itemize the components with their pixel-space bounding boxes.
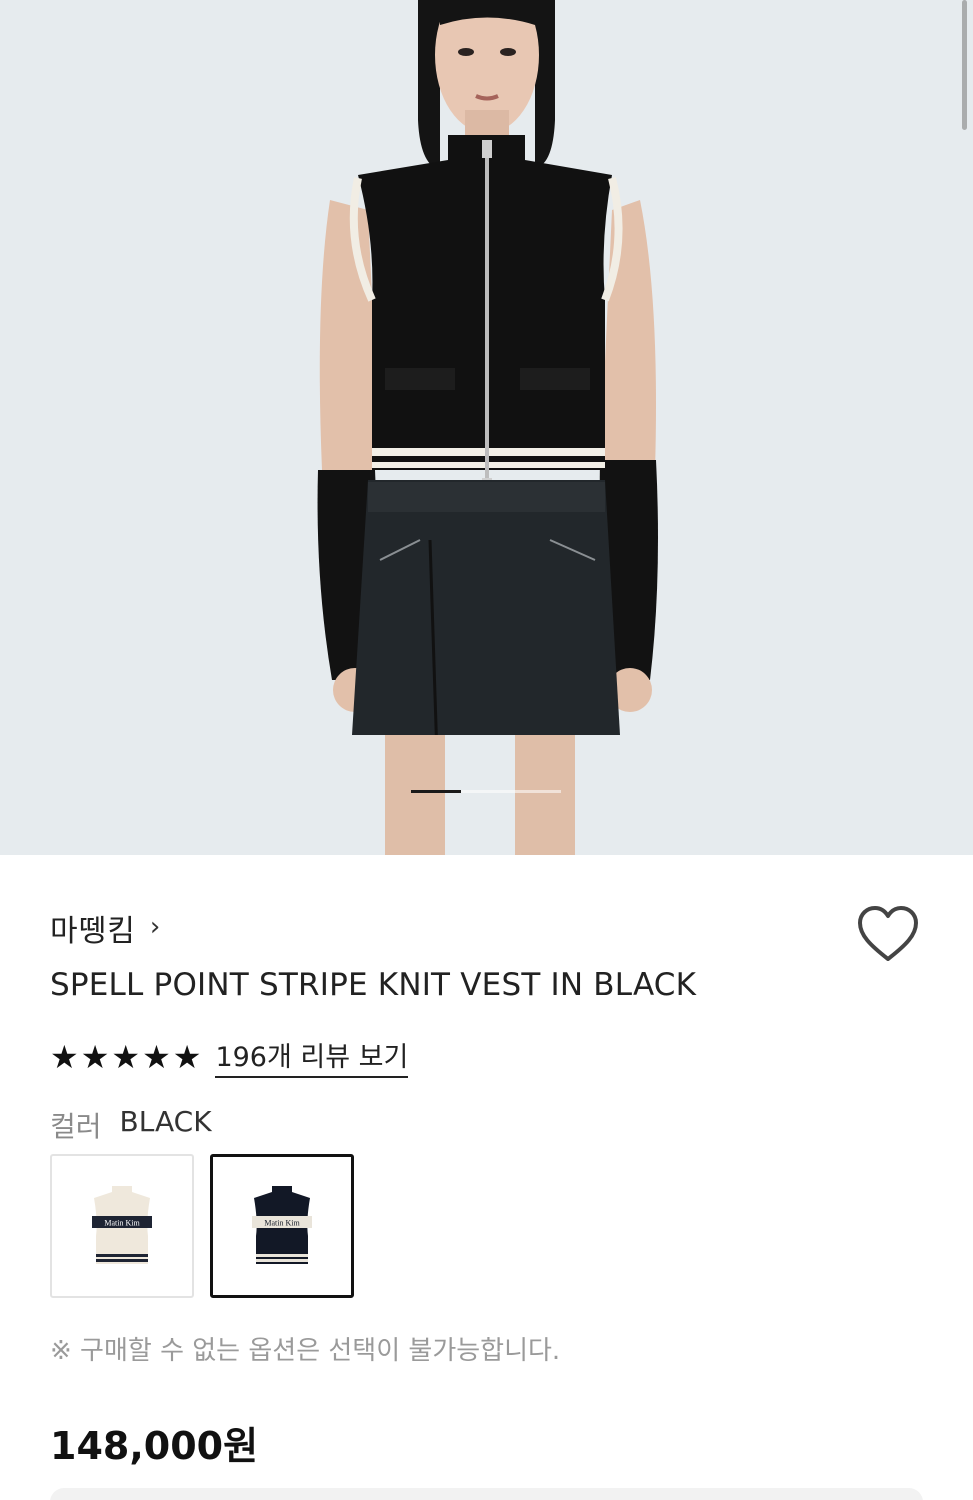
- swatch-ivory[interactable]: Matin Kim: [50, 1154, 194, 1298]
- star-icon: ★: [111, 1037, 141, 1076]
- color-value: BLACK: [119, 1105, 212, 1138]
- brand-name: 마뗑킴: [50, 914, 136, 949]
- gallery-pager[interactable]: [411, 790, 561, 794]
- model-photo: [0, 0, 973, 855]
- review-link[interactable]: 196개 리뷰 보기: [215, 1035, 409, 1078]
- heart-icon[interactable]: [856, 905, 920, 965]
- product-hero-image[interactable]: [0, 0, 973, 855]
- rating-stars: ★ ★ ★ ★ ★: [50, 1041, 201, 1073]
- bottom-panel: [50, 1488, 923, 1500]
- color-swatches: Matin Kim Matin Kim: [50, 1154, 354, 1298]
- pager-dot-3[interactable]: [511, 790, 561, 793]
- chevron-right-icon: ›: [149, 912, 161, 942]
- pager-dot-1[interactable]: [411, 790, 461, 793]
- rating-row: ★ ★ ★ ★ ★ 196개 리뷰 보기: [50, 1035, 409, 1078]
- option-notice: ※ 구매할 수 없는 옵션은 선택이 불가능합니다.: [50, 1336, 561, 1366]
- black-vest-thumbnail: Matin Kim: [252, 1186, 312, 1264]
- star-icon: ★: [80, 1037, 110, 1076]
- product-title: SPELL POINT STRIPE KNIT VEST IN BLACK: [50, 967, 697, 1003]
- swatch-logo-text: Matin Kim: [104, 1219, 140, 1228]
- ivory-vest-thumbnail: Matin Kim: [92, 1186, 152, 1264]
- product-price: 148,000원: [50, 1424, 259, 1468]
- color-row: 컬러 BLACK: [50, 1105, 212, 1145]
- star-icon: ★: [172, 1037, 202, 1076]
- swatch-black[interactable]: Matin Kim: [210, 1154, 354, 1298]
- brand-link[interactable]: 마뗑킴 ›: [50, 906, 160, 950]
- star-icon: ★: [142, 1037, 171, 1076]
- swatch-logo-text: Matin Kim: [264, 1219, 300, 1228]
- pager-dot-2[interactable]: [461, 790, 511, 793]
- page-scrollbar[interactable]: [962, 0, 967, 130]
- star-icon: ★: [50, 1037, 79, 1076]
- color-label: 컬러: [50, 1110, 102, 1143]
